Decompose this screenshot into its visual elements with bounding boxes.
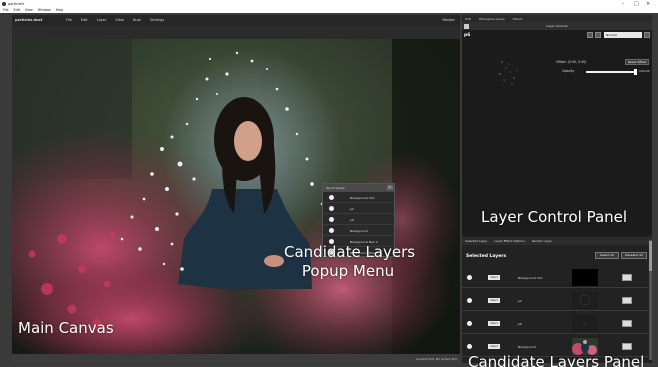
move-up-icon[interactable] [587,32,593,38]
radio-icon[interactable] [329,228,334,233]
radio-icon[interactable] [329,195,334,200]
os-window-title: particlefx [8,1,25,6]
radio-icon[interactable] [467,321,472,326]
radio-icon[interactable] [329,217,334,222]
tab-others[interactable]: Others [513,17,523,21]
selected-layers-heading: Selected Layers [466,254,507,259]
os-menu-file[interactable]: File [3,8,9,12]
layer-thumbnail [572,269,598,286]
layer-controls-header: Layer Controls [462,22,652,30]
candidate-row[interactable]: Select Background Tint [462,266,648,288]
popup-item[interactable]: Background [323,225,394,236]
os-menu-edit[interactable]: Edit [14,8,20,12]
candidate-row[interactable]: Select p6 [462,312,648,334]
candidate-tabs: Selected Layer Layer Effect Options Rend… [462,237,652,245]
move-down-icon[interactable] [595,32,601,38]
candidate-name: Background Tint [518,275,543,280]
radio-icon[interactable] [467,298,472,303]
popup-item[interactable]: Background Tint [323,192,394,203]
layer-thumbnail [572,315,598,332]
radio-icon[interactable] [467,344,472,349]
popup-item-label: p6 [350,218,354,222]
popup-annotation: Candidate Layers Popup Menu [284,243,416,281]
main-area: particles.dust File Edit Layer View Dust… [12,15,460,363]
candidate-name: Background [518,344,536,349]
candidate-annotation: Candidate Layers Panel [468,353,645,367]
deselect-all-button[interactable]: Deselect All [621,252,647,259]
app-logo-icon [2,2,6,6]
opacity-slider-handle[interactable] [634,69,637,75]
popup-item-label: Background Tint [350,196,375,200]
status-bar: Current tool: No Active Tool [12,354,460,363]
layer-options-icon[interactable] [622,274,632,281]
layer-name: p6 [464,33,471,38]
radio-icon[interactable] [467,275,472,280]
popup-item[interactable]: p2 [323,203,394,214]
tab-workspace[interactable]: Workspace panel [479,17,505,21]
menu-edit[interactable]: Edit [81,18,88,22]
tab-edit[interactable]: Edit [465,17,471,21]
candidate-layers-panel: Selected Layer Layer Effect Options Rend… [462,237,652,367]
menu-file[interactable]: File [66,18,72,22]
layer-control-panel: p6 Normal Offset: (0.00, 0.00) Reset Off… [462,30,652,235]
delete-layer-icon[interactable] [644,32,650,38]
popup-annotation-line2: Popup Menu [301,262,395,280]
candidate-scrollbar-thumb[interactable] [649,241,652,271]
opacity-slider[interactable] [586,71,636,73]
os-menu-window[interactable]: Window [38,8,51,12]
layer-preview [499,61,518,85]
layer-control-annotation: Layer Control Panel [481,208,628,226]
popup-item[interactable]: p6 [323,214,394,225]
opacity-label: Opacity [562,69,575,73]
candidate-name: p2 [518,298,522,303]
tab-selected-layer[interactable]: Selected Layer [465,239,487,243]
tab-render-layer[interactable]: Render Layer [532,239,552,243]
layer-controls-title: Layer Controls [546,24,568,28]
menu-view[interactable]: View [115,18,123,22]
layer-options-icon[interactable] [622,343,632,350]
select-all-button[interactable]: Select All [595,252,619,259]
layer-options-icon[interactable] [622,297,632,304]
popup-close-icon[interactable]: × [387,185,393,190]
app-window: particlefx – □ × File Edit View Window H… [0,0,658,367]
select-button[interactable]: Select [488,344,500,349]
menu-settings[interactable]: Settings [150,18,164,22]
reset-offset-button[interactable]: Reset Offset [625,59,649,65]
os-menu-help[interactable]: Help [56,8,64,12]
menu-layer[interactable]: Layer [97,18,107,22]
candidate-name: p6 [518,321,522,326]
candidate-row[interactable]: Select p2 [462,289,648,311]
select-button[interactable]: Select [488,321,500,326]
right-tabs: Edit Workspace panel Others [462,15,652,22]
menu-dust[interactable]: Dust [133,18,141,22]
blend-mode-select[interactable]: Normal [604,32,642,38]
layer-options-icon[interactable] [622,320,632,327]
app-menu-bar: particles.dust File Edit Layer View Dust… [12,15,460,25]
radio-icon[interactable] [329,206,334,211]
select-button[interactable]: Select [488,298,500,303]
popup-item-label: p2 [350,207,354,211]
popup-header: Quick Select × [323,184,394,192]
os-title-bar: particlefx – □ × [0,0,658,7]
app-brand: particles.dust [15,18,43,22]
app-menu-items: File Edit Layer View Dust Settings [66,18,164,22]
popup-item-label: Background [350,229,368,233]
os-menu-view[interactable]: View [25,8,33,12]
opacity-value: 100.00 [639,69,650,73]
right-panel: Edit Workspace panel Others Layer Contro… [462,15,652,367]
layer-thumbnail [572,292,598,309]
status-text: Current tool: No Active Tool [416,356,457,361]
render-button[interactable]: Render [443,18,455,22]
offset-readout: Offset: (0.00, 0.00) [556,60,587,64]
popup-title: Quick Select [326,186,345,190]
tab-layer-effect-options[interactable]: Layer Effect Options [494,239,524,243]
select-button[interactable]: Select [488,275,500,280]
main-canvas-label: Main Canvas [18,319,114,337]
popup-annotation-line1: Candidate Layers [284,243,416,261]
